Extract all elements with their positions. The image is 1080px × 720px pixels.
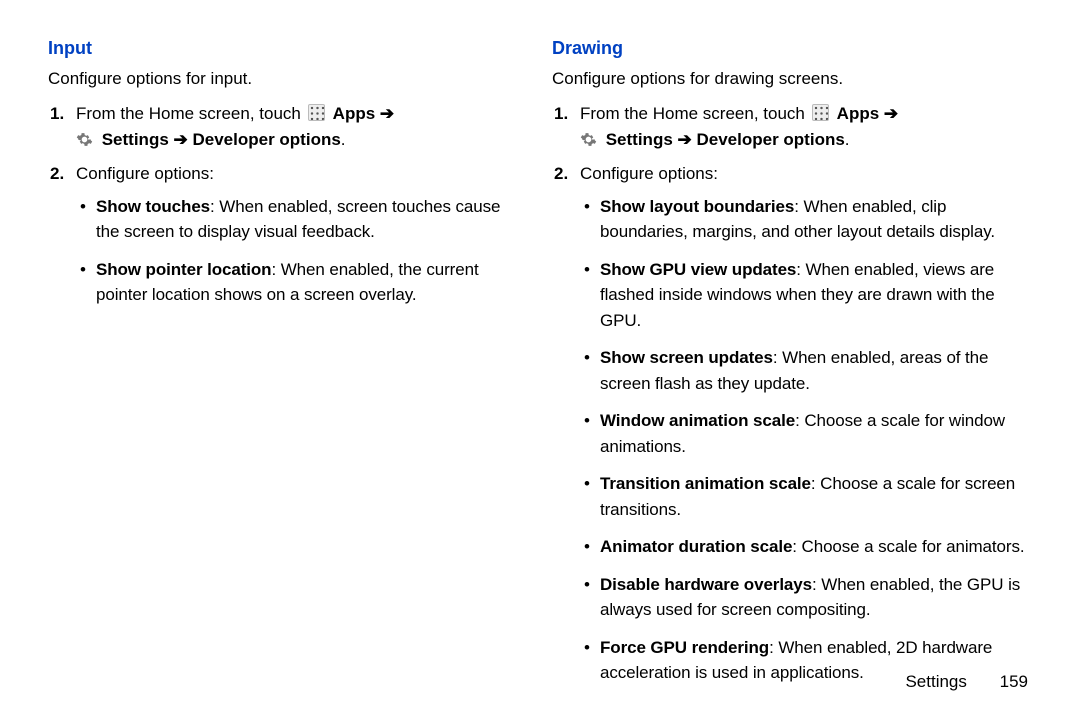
bullet-title: Transition animation scale bbox=[600, 474, 811, 493]
step-text: Configure options: bbox=[76, 164, 214, 183]
steps-list: From the Home screen, touch Apps ➔ Setti… bbox=[552, 101, 1032, 686]
devopts-label: Developer options bbox=[188, 130, 341, 149]
settings-label: Settings bbox=[97, 130, 174, 149]
arrow-icon: ➔ bbox=[678, 130, 692, 149]
step-1: From the Home screen, touch Apps ➔ Setti… bbox=[76, 101, 528, 154]
bullet-title: Force GPU rendering bbox=[600, 638, 769, 657]
gear-icon bbox=[76, 130, 93, 147]
intro-text: Configure options for drawing screens. bbox=[552, 67, 1032, 91]
period: . bbox=[341, 130, 346, 149]
bullet-title: Window animation scale bbox=[600, 411, 795, 430]
gear-icon bbox=[580, 130, 597, 147]
bullet-title: Show touches bbox=[96, 197, 210, 216]
bullet-title: Disable hardware overlays bbox=[600, 575, 812, 594]
step-lead: From the Home screen, touch bbox=[76, 104, 306, 123]
list-item: Show layout boundaries: When enabled, cl… bbox=[600, 194, 1032, 245]
bullet-title: Show GPU view updates bbox=[600, 260, 796, 279]
apps-icon bbox=[812, 104, 829, 121]
apps-label: Apps bbox=[329, 104, 380, 123]
bullet-title: Show layout boundaries bbox=[600, 197, 794, 216]
arrow-icon: ➔ bbox=[174, 130, 188, 149]
apps-icon bbox=[308, 104, 325, 121]
step-text: Configure options: bbox=[580, 164, 718, 183]
list-item: Show screen updates: When enabled, areas… bbox=[600, 345, 1032, 396]
step-lead: From the Home screen, touch bbox=[580, 104, 810, 123]
bullet-list: Show touches: When enabled, screen touch… bbox=[76, 194, 528, 308]
bullet-title: Show pointer location bbox=[96, 260, 271, 279]
list-item: Transition animation scale: Choose a sca… bbox=[600, 471, 1032, 522]
footer-section: Settings bbox=[905, 672, 966, 691]
bullet-title: Show screen updates bbox=[600, 348, 773, 367]
step-2: Configure options: Show layout boundarie… bbox=[580, 161, 1032, 685]
list-item: Show touches: When enabled, screen touch… bbox=[96, 194, 528, 245]
devopts-label: Developer options bbox=[692, 130, 845, 149]
bullet-list: Show layout boundaries: When enabled, cl… bbox=[580, 194, 1032, 686]
apps-label: Apps bbox=[833, 104, 884, 123]
footer-page-number: 159 bbox=[1000, 672, 1028, 691]
left-column: Input Configure options for input. From … bbox=[48, 38, 540, 698]
section-heading-input: Input bbox=[48, 38, 528, 59]
manual-page: Input Configure options for input. From … bbox=[0, 0, 1080, 698]
list-item: Show pointer location: When enabled, the… bbox=[96, 257, 528, 308]
steps-list: From the Home screen, touch Apps ➔ Setti… bbox=[48, 101, 528, 308]
arrow-icon: ➔ bbox=[884, 104, 898, 123]
step-1: From the Home screen, touch Apps ➔ Setti… bbox=[580, 101, 1032, 154]
list-item: Show GPU view updates: When enabled, vie… bbox=[600, 257, 1032, 334]
section-heading-drawing: Drawing bbox=[552, 38, 1032, 59]
bullet-desc: : Choose a scale for animators. bbox=[792, 537, 1024, 556]
right-column: Drawing Configure options for drawing sc… bbox=[540, 38, 1032, 698]
intro-text: Configure options for input. bbox=[48, 67, 528, 91]
list-item: Window animation scale: Choose a scale f… bbox=[600, 408, 1032, 459]
arrow-icon: ➔ bbox=[380, 104, 394, 123]
page-footer: Settings 159 bbox=[905, 672, 1028, 692]
settings-label: Settings bbox=[601, 130, 678, 149]
list-item: Animator duration scale: Choose a scale … bbox=[600, 534, 1032, 560]
bullet-title: Animator duration scale bbox=[600, 537, 792, 556]
list-item: Disable hardware overlays: When enabled,… bbox=[600, 572, 1032, 623]
step-2: Configure options: Show touches: When en… bbox=[76, 161, 528, 307]
period: . bbox=[845, 130, 850, 149]
